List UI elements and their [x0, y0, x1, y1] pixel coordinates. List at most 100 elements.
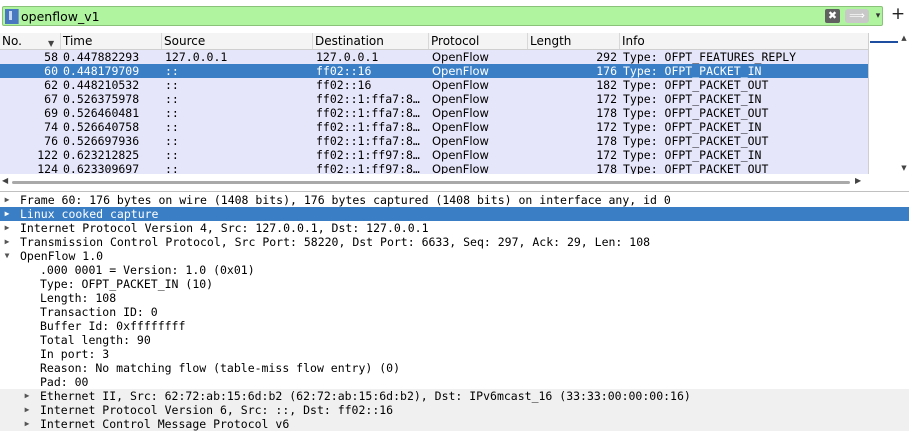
packet-cell-dst: ff02::1:ff97:8… [316, 162, 420, 174]
packet-cell-no: 58 [44, 50, 58, 64]
column-header-no[interactable]: No. ▼ [0, 33, 61, 49]
tree-item-ipv4[interactable]: ▶ Internet Protocol Version 4, Src: 127.… [0, 221, 909, 235]
packet-list-horizontal-scrollbar[interactable]: ◀ ▶ [0, 174, 868, 187]
filter-history-dropdown-icon[interactable]: ▾ [872, 9, 884, 23]
packet-details-tree[interactable]: ▶ Frame 60: 176 bytes on wire (1408 bits… [0, 193, 909, 443]
packet-row[interactable]: 69 0.526460481:: ff02::1:ffa7:8… OpenFlow 17… [0, 106, 868, 120]
tree-item-ethernet[interactable]: ▶ Ethernet II, Src: 62:72:ab:15:6d:b2 (6… [0, 389, 909, 403]
expand-arrow-icon[interactable]: ▶ [2, 193, 12, 207]
packet-row[interactable]: 67 0.526375978:: ff02::1:ffa7:8… OpenFlow 17… [0, 92, 868, 106]
packet-cell-src: :: [165, 106, 179, 120]
expand-arrow-icon[interactable]: ▶ [22, 389, 32, 403]
expand-arrow-icon[interactable]: ▶ [2, 221, 12, 235]
column-header-source[interactable]: Source [162, 33, 313, 49]
packet-row[interactable]: 58 0.447882293 127.0.0.1 127.0.0.1 OpenFlow 2… [0, 50, 868, 64]
packet-cell-no: 124 [37, 162, 58, 174]
tree-item-field[interactable]: .000 0001 = Version: 1.0 (0x01) [0, 263, 909, 277]
packet-cell-info: Type: OFPT_PACKET_OUT [623, 78, 769, 92]
tree-item-frame[interactable]: ▶ Frame 60: 176 bytes on wire (1408 bits… [0, 193, 909, 207]
display-filter-field[interactable]: ✖ ⟹ ▾ [2, 6, 883, 26]
packet-cell-src: :: [165, 162, 179, 174]
tree-item-field[interactable]: Transaction ID: 0 [0, 305, 909, 319]
column-header-destination[interactable]: Destination [313, 33, 429, 49]
packet-cell-no: 62 [44, 78, 58, 92]
packet-cell-len: 176 [596, 64, 617, 78]
expand-arrow-icon[interactable]: ▶ [2, 207, 12, 221]
tree-item-field[interactable]: Length: 108 [0, 291, 909, 305]
clear-filter-icon[interactable]: ✖ [825, 9, 840, 23]
scroll-left-arrow-icon[interactable]: ◀ [2, 174, 8, 187]
scroll-down-arrow-icon[interactable]: ▼ [899, 163, 909, 173]
packet-cell-time: 0.526375978 [63, 92, 140, 106]
expand-arrow-icon[interactable]: ▶ [22, 417, 32, 431]
packet-row[interactable]: 60 0.448179709:: ff02::16 OpenFlow 176 Type: … [0, 64, 868, 78]
packet-cell-no: 67 [44, 92, 58, 106]
column-header-label: Info [622, 34, 645, 48]
expand-arrow-icon[interactable]: ▶ [22, 403, 32, 417]
tree-item-ipv6[interactable]: ▶ Internet Protocol Version 6, Src: ::, … [0, 403, 909, 417]
packet-row[interactable]: 76 0.526697936:: ff02::1:ffa7:8… OpenFlow 17… [0, 134, 868, 148]
packet-cell-no: 74 [44, 120, 58, 134]
tree-item-label: Internet Protocol Version 4, Src: 127.0.… [20, 221, 429, 235]
collapse-arrow-icon[interactable]: ▼ [2, 249, 12, 263]
column-header-protocol[interactable]: Protocol [429, 33, 528, 49]
pane-splitter[interactable] [0, 191, 909, 192]
packet-cell-time: 0.526640758 [63, 120, 140, 134]
expand-arrow-icon[interactable]: ▶ [2, 235, 12, 249]
display-filter-toolbar: ✖ ⟹ ▾ + [0, 4, 909, 28]
tree-item-label: Pad: 00 [40, 375, 89, 389]
column-header-length[interactable]: Length [528, 33, 620, 49]
column-header-label: Length [530, 34, 572, 48]
packet-cell-time: 0.623212825 [63, 148, 140, 162]
column-header-time[interactable]: Time [61, 33, 162, 49]
apply-filter-arrow-icon[interactable]: ⟹ [845, 9, 869, 23]
tree-item-icmpv6[interactable]: ▶ Internet Control Message Protocol v6 [0, 417, 909, 431]
tree-item-field[interactable]: Total length: 90 [0, 333, 909, 347]
packet-cell-proto: OpenFlow [432, 64, 489, 78]
packet-row[interactable]: 62 0.448210532:: ff02::16 OpenFlow 182 Type: … [0, 78, 868, 92]
packet-cell-len: 178 [596, 134, 617, 148]
tree-item-label: Type: OFPT_PACKET_IN (10) [40, 277, 214, 291]
tree-item-tcp[interactable]: ▶ Transmission Control Protocol, Src Por… [0, 235, 909, 249]
packet-cell-dst: ff02::1:ffa7:8… [316, 92, 420, 106]
tree-item-openflow[interactable]: ▼ OpenFlow 1.0 [0, 249, 909, 263]
packet-list[interactable]: No. ▼ Time Source Destination Protocol L… [0, 33, 868, 174]
packet-cell-no: 69 [44, 106, 58, 120]
column-header-label: Protocol [431, 34, 480, 48]
scroll-up-arrow-icon[interactable]: ▲ [899, 33, 909, 43]
tree-item-label: Transmission Control Protocol, Src Port:… [20, 235, 651, 249]
tree-item-label: Reason: No matching flow (table-miss flo… [40, 361, 401, 375]
packet-row[interactable]: 74 0.526640758:: ff02::1:ffa7:8… OpenFlow 17… [0, 120, 868, 134]
filter-bookmark-icon[interactable] [5, 9, 19, 24]
column-header-label: Source [164, 34, 206, 48]
tree-item-field[interactable]: In port: 3 [0, 347, 909, 361]
packet-row[interactable]: 122 0.623212825:: ff02::1:ff97:8… OpenFlow 1… [0, 148, 868, 162]
packet-cell-src: :: [165, 120, 179, 134]
packet-cell-dst: ff02::1:ffa7:8… [316, 134, 420, 148]
packet-row[interactable]: 124 0.623309697:: ff02::1:ff97:8… OpenFlow 1… [0, 162, 868, 174]
display-filter-input[interactable] [21, 8, 811, 24]
packet-cell-proto: OpenFlow [432, 162, 489, 174]
tree-item-field[interactable]: Type: OFPT_PACKET_IN (10) [0, 277, 909, 291]
tree-item-linux-cooked-capture[interactable]: ▶ Linux cooked capture [0, 207, 909, 221]
packet-cell-len: 178 [596, 106, 617, 120]
column-header-info[interactable]: Info [620, 33, 868, 49]
tree-item-field[interactable]: Buffer Id: 0xffffffff [0, 319, 909, 333]
packet-cell-info: Type: OFPT_PACKET_IN [623, 92, 762, 106]
tree-item-label: Internet Control Message Protocol v6 [40, 417, 290, 431]
packet-cell-dst: ff02::16 [316, 78, 372, 92]
tree-item-field[interactable]: Pad: 00 [0, 375, 909, 389]
tree-item-field[interactable]: Reason: No matching flow (table-miss flo… [0, 361, 909, 375]
tree-item-label: OpenFlow 1.0 [20, 249, 104, 263]
horizontal-scroll-thumb[interactable] [12, 181, 850, 184]
scroll-right-arrow-icon[interactable]: ▶ [855, 174, 861, 187]
packet-cell-no: 76 [44, 134, 58, 148]
packet-cell-len: 172 [596, 92, 617, 106]
packet-cell-time: 0.448179709 [63, 64, 140, 78]
packet-cell-proto: OpenFlow [432, 134, 489, 148]
packet-cell-proto: OpenFlow [432, 78, 489, 92]
packet-cell-time: 0.526460481 [63, 106, 140, 120]
packet-cell-info: Type: OFPT_PACKET_OUT [623, 162, 769, 174]
packet-list-minimap-scrollbar[interactable]: ▲ ▼ [868, 33, 909, 174]
add-filter-button-icon[interactable]: + [890, 4, 906, 24]
